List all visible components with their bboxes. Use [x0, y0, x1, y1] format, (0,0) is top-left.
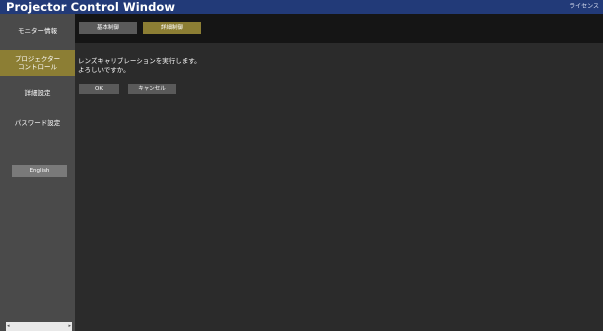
sidebar-item-label-line1: プロジェクター [14, 55, 61, 63]
sidebar-item-monitor-info[interactable]: モニター情報 [0, 24, 75, 38]
sidebar-item-label: パスワード設定 [14, 119, 61, 127]
app-title: Projector Control Window [6, 0, 176, 14]
sidebar-item-label: 詳細設定 [24, 89, 51, 97]
sidebar-item-label-line2: コントロール [18, 63, 57, 71]
english-button[interactable]: English [12, 165, 67, 177]
tab-basic-control[interactable]: 基本制御 [79, 22, 137, 34]
sidebar-item-advanced-settings[interactable]: 詳細設定 [0, 86, 75, 100]
sidebar: モニター情報 プロジェクター コントロール 詳細設定 パスワード設定 Engli… [0, 14, 75, 331]
title-bar: Projector Control Window ライセンス [0, 0, 603, 14]
scroll-right-arrow-icon[interactable]: ▸ [68, 322, 71, 331]
scroll-left-arrow-icon[interactable]: ◂ [7, 322, 10, 331]
confirmation-message-line1: レンズキャリブレーションを実行します。 [78, 57, 201, 65]
tab-bar: 基本制御 詳細制御 [75, 14, 603, 43]
cancel-button[interactable]: キャンセル [128, 84, 176, 94]
sidebar-horizontal-scrollbar[interactable]: ◂ ▸ [6, 322, 72, 331]
sidebar-item-projector-control[interactable]: プロジェクター コントロール [0, 50, 75, 76]
main-content: レンズキャリブレーションを実行します。 よろしいですか。 OK キャンセル [75, 43, 603, 331]
sidebar-item-password-settings[interactable]: パスワード設定 [0, 116, 75, 130]
license-link[interactable]: ライセンス [569, 2, 599, 12]
confirmation-message-line2: よろしいですか。 [78, 66, 130, 74]
tab-detail-control[interactable]: 詳細制御 [143, 22, 201, 34]
ok-button[interactable]: OK [79, 84, 119, 94]
sidebar-item-label: モニター情報 [18, 27, 57, 35]
